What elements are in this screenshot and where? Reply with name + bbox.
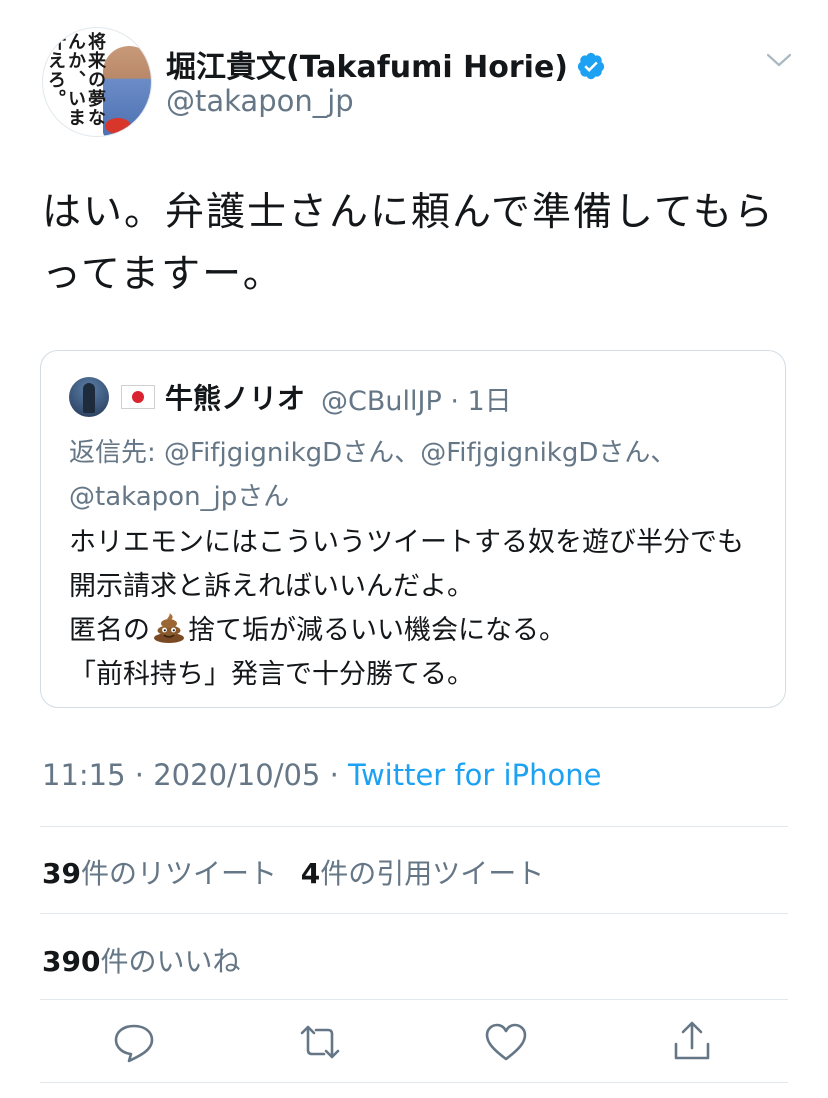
divider [40, 1082, 788, 1083]
quoted-author-avatar [69, 377, 109, 417]
retweets-stat[interactable]: 39件のリツイート [42, 857, 277, 890]
tweet-actions-bar [40, 1018, 788, 1074]
quoted-tweet-text: ホリエモンにはこういうツイートする奴を遊び半分でも開示請求と訴えればいいんだよ。… [69, 521, 769, 697]
author-display-name[interactable]: 堀江貴文(Takafumi Horie) [166, 50, 568, 85]
quotes-count: 4 [300, 857, 321, 890]
author-avatar[interactable]: 将来の夢なんか、いま叶えろ。 [42, 27, 152, 137]
divider [40, 826, 788, 827]
quoted-body-line1: ホリエモンにはこういうツイートする奴を遊び半分でも開示請求と訴えればいいんだよ。 [69, 527, 744, 602]
avatar-book-badge [105, 118, 131, 134]
likes-stat[interactable]: 390件のいいね [42, 940, 240, 980]
quoted-author-name: 牛熊ノリオ [165, 382, 306, 415]
divider [40, 913, 788, 914]
retweet-icon[interactable] [296, 1018, 344, 1066]
retweets-count: 39 [42, 857, 81, 890]
tweet-source-link[interactable]: Twitter for iPhone [348, 758, 601, 792]
quotes-label: 件の引用ツイート [320, 857, 545, 890]
tweet-time-date: 11:15 · 2020/10/05 · [42, 758, 349, 792]
share-icon[interactable] [668, 1018, 716, 1066]
chevron-down-icon[interactable] [764, 48, 794, 72]
pile-of-poo-emoji-icon [154, 613, 184, 643]
quoted-reply-to: 返信先: @FifjgignikgDさん、@FifjgignikgDさん、@ta… [69, 438, 677, 512]
likes-label: 件のいいね [100, 945, 241, 978]
quotes-stat[interactable]: 4件の引用ツイート [301, 857, 545, 890]
author-handle[interactable]: @takapon_jp [166, 84, 354, 118]
verified-badge-icon [577, 52, 605, 79]
japan-flag-icon [121, 385, 155, 409]
retweets-label: 件のリツイート [80, 857, 277, 890]
tweet-text: はい。弁護士さんに頼んで準備してもらってますー。 [42, 190, 775, 297]
quoted-author-handle-time: @CBullJP · 1日 [321, 386, 512, 417]
likes-count: 390 [42, 945, 101, 978]
quoted-tweet-card[interactable]: 牛熊ノリオ @CBullJP · 1日 返信先: @FifjgignikgDさん… [40, 350, 786, 708]
reply-icon[interactable] [110, 1018, 158, 1066]
avatar-book-title: 将来の夢なんか、いま叶えろ。 [45, 32, 106, 127]
quoted-body-line3: 「前科持ち」発言で十分勝てる。 [69, 659, 474, 690]
divider [40, 999, 788, 1000]
author-name-row[interactable]: 堀江貴文(Takafumi Horie) [166, 42, 606, 86]
tweet-detail: 将来の夢なんか、いま叶えろ。 堀江貴文(Takafumi Horie) @tak… [0, 0, 828, 1098]
quoted-body-line2-before: 匿名の [69, 615, 150, 646]
quoted-body-line2-after: 捨て垢が減るいい機会になる。 [188, 615, 566, 646]
engagement-stats-row: 39件のリツイート 4件の引用ツイート [42, 852, 544, 892]
heart-icon[interactable] [482, 1018, 530, 1066]
quoted-body-line2: 匿名の 捨て垢が減るいい機会になる。 [69, 609, 769, 653]
tweet-timestamp: 11:15 · 2020/10/05 · Twitter for iPhone [42, 758, 601, 792]
